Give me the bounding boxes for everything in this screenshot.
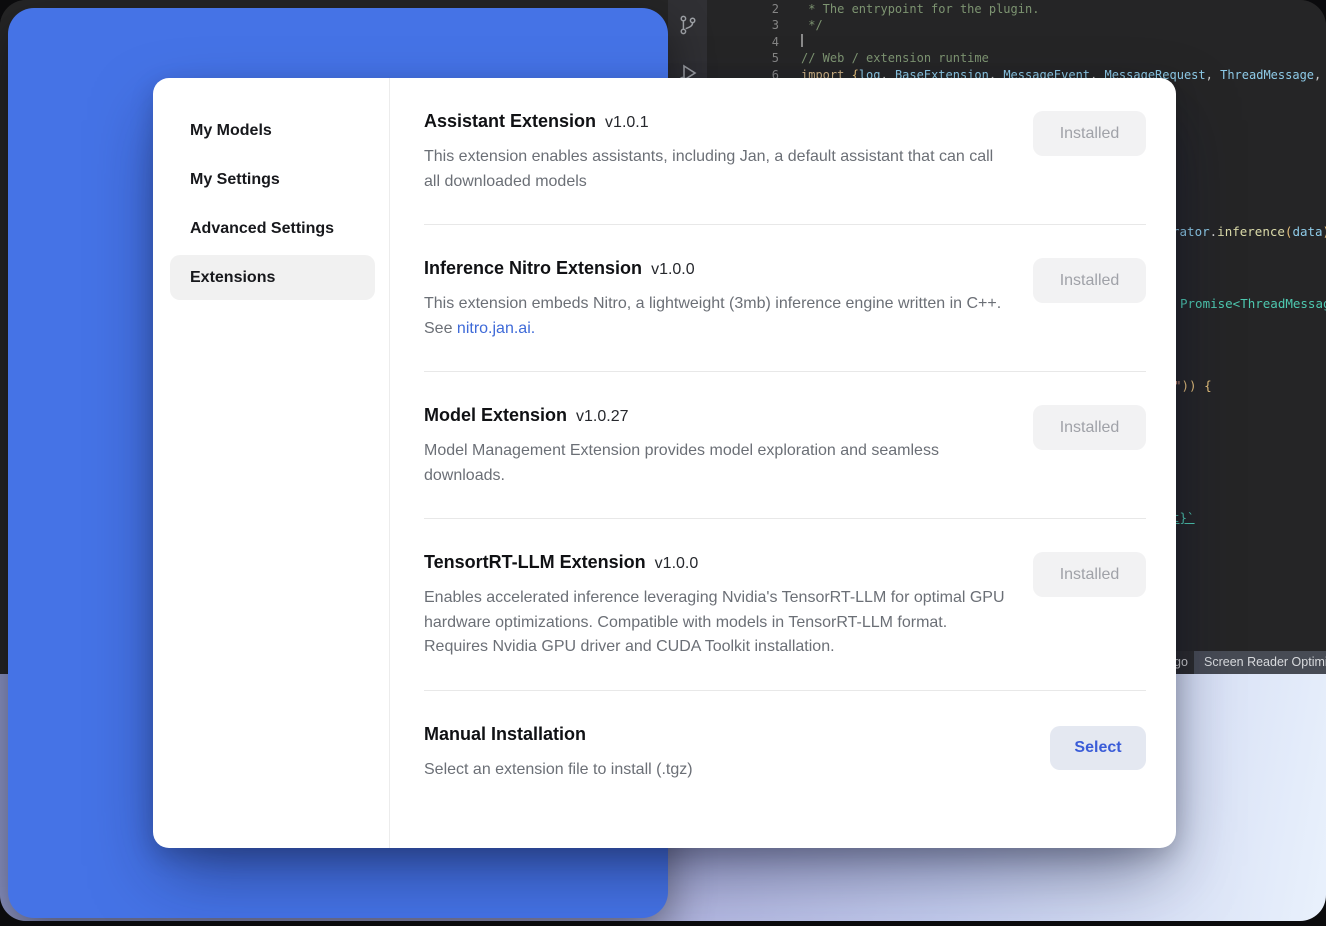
code-token: rator [1172,224,1210,239]
screen-reader-chip[interactable]: Screen Reader Optimized [1194,651,1326,674]
extension-title: Manual Installation [424,724,586,744]
settings-sidebar: My ModelsMy SettingsAdvanced SettingsExt… [153,78,390,848]
extension-description: This extension embeds Nitro, a lightweig… [424,292,1009,341]
extension-title: Assistant Extension [424,111,596,131]
extension-row: Assistant Extension v1.0.1 This extension … [424,78,1146,225]
screen: 2 * The entrypoint for the plugin.3 */45… [0,0,1326,921]
extension-row: Manual Installation Select an extension f… [424,691,1146,813]
extension-title-line: Inference Nitro Extension v1.0.0 [424,258,1009,279]
select-button[interactable]: Select [1050,726,1146,770]
extension-row: Inference Nitro Extension v1.0.0 This exte… [424,225,1146,372]
extension-title-line: Model Extension v1.0.27 [424,405,1009,426]
extension-description: Enables accelerated inference leveraging… [424,586,1009,660]
code-token: Promise<ThreadMessage> [1180,296,1326,311]
extension-info: Inference Nitro Extension v1.0.0 This exte… [424,258,1009,341]
extension-title-line: Manual Installation [424,724,1009,745]
settings-modal: My ModelsMy SettingsAdvanced SettingsExt… [153,78,1176,848]
extension-title-line: TensortRT-LLM Extension v1.0.0 [424,552,1009,573]
extension-version: v1.0.0 [651,261,695,278]
extension-description: Select an extension file to install (.tg… [424,758,1009,783]
code-token: data [1292,224,1322,239]
extension-title: Model Extension [424,405,567,425]
extension-description: Model Management Extension provides mode… [424,439,1009,488]
extensions-list: Assistant Extension v1.0.1 This extension … [390,78,1176,848]
extension-version: v1.0.1 [605,114,649,131]
installed-button[interactable]: Installed [1033,111,1146,156]
extension-title: TensortRT-LLM Extension [424,552,646,572]
extension-title: Inference Nitro Extension [424,258,642,278]
extension-info: Manual Installation Select an extension f… [424,724,1009,783]
installed-button[interactable]: Installed [1033,552,1146,597]
extension-row: Model Extension v1.0.27 Model Management E… [424,372,1146,519]
extension-description: This extension enables assistants, inclu… [424,145,1009,194]
code-fragment: ")) { [1174,378,1212,393]
code-fragment: Promise<ThreadMessage> [1180,296,1326,311]
extension-row: TensortRT-LLM Extension v1.0.0 Enables acc… [424,519,1146,691]
sidebar-item-my-models[interactable]: My Models [170,108,375,153]
code-token: )) [1323,224,1326,239]
nitro-jan-ai-link[interactable]: nitro.jan.ai. [457,320,535,337]
sidebar-item-my-settings[interactable]: My Settings [170,157,375,202]
code-token: inference [1217,224,1285,239]
extension-info: TensortRT-LLM Extension v1.0.0 Enables acc… [424,552,1009,660]
installed-button[interactable]: Installed [1033,258,1146,303]
status-bar-text: go [1174,655,1188,669]
extension-title-line: Assistant Extension v1.0.1 [424,111,1009,132]
extension-version: v1.0.0 [655,555,699,572]
code-token: )) { [1182,378,1212,393]
extension-info: Model Extension v1.0.27 Model Management E… [424,405,1009,488]
sidebar-item-extensions[interactable]: Extensions [170,255,375,300]
installed-button[interactable]: Installed [1033,405,1146,450]
code-fragment: rator.inference(data)); [1172,224,1326,239]
sidebar-item-advanced-settings[interactable]: Advanced Settings [170,206,375,251]
extension-version: v1.0.27 [576,408,628,425]
extension-info: Assistant Extension v1.0.1 This extension … [424,111,1009,194]
